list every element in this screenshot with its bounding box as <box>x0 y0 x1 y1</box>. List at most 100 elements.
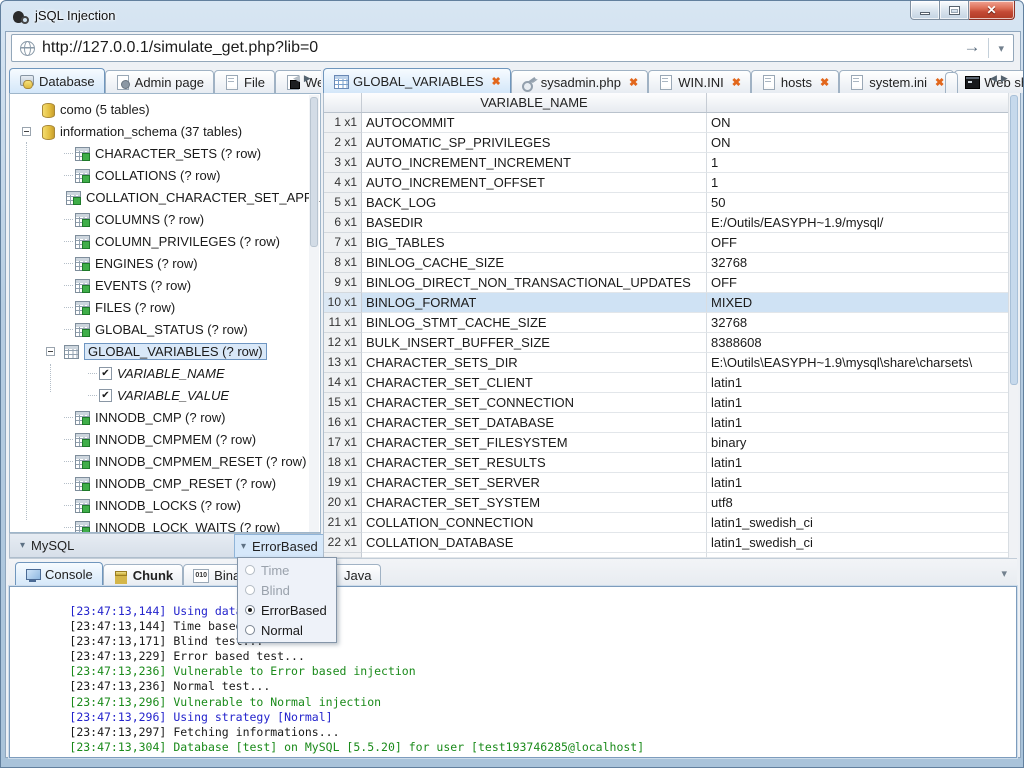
tree-table-item[interactable]: FILES (? row) <box>10 296 310 318</box>
maximize-button[interactable] <box>940 1 969 20</box>
left-tab[interactable]: Database <box>9 68 105 93</box>
table-row[interactable]: 21 x1 COLLATION_CONNECTION latin1_swedis… <box>324 513 1018 533</box>
url-history-chevron-icon[interactable]: ▾ <box>989 42 1013 55</box>
tree-table-item[interactable]: CHARACTER_SETS (? row) <box>10 142 310 164</box>
console-line: [23:47:13,144]Using database ty <box>14 590 1016 605</box>
table-icon <box>75 212 90 226</box>
url-input[interactable] <box>42 39 955 57</box>
tree-table-item[interactable]: COLLATION_CHARACTER_SET_APPLICABILITY (?… <box>10 186 310 208</box>
result-tab-partial[interactable] <box>945 72 958 95</box>
variable-name-cell: BINLOG_FORMAT <box>362 293 707 313</box>
vendor-dropdown[interactable]: ▾ MySQL <box>10 538 74 553</box>
scroll-right-icon[interactable]: ▶ <box>1001 73 1008 84</box>
collapse-expander-icon[interactable] <box>46 347 55 356</box>
left-tab[interactable]: File <box>214 70 275 93</box>
table-row[interactable]: 17 x1 CHARACTER_SET_FILESYSTEM binary <box>324 433 1018 453</box>
console-tabs-chevron-icon[interactable]: ▾ <box>1001 567 1007 580</box>
scroll-right-icon[interactable]: ▶ <box>304 73 311 84</box>
table-row[interactable]: 19 x1 CHARACTER_SET_SERVER latin1 <box>324 473 1018 493</box>
row-number-cell: 18 x1 <box>324 453 362 473</box>
tree-table-item[interactable]: COLLATIONS (? row) <box>10 164 310 186</box>
table-row[interactable]: 8 x1 BINLOG_CACHE_SIZE 32768 <box>324 253 1018 273</box>
table-row[interactable]: 12 x1 BULK_INSERT_BUFFER_SIZE 8388608 <box>324 333 1018 353</box>
variable-value-cell: latin1 <box>707 373 1018 393</box>
table-row[interactable]: 16 x1 CHARACTER_SET_DATABASE latin1 <box>324 413 1018 433</box>
result-tab[interactable]: WIN.INI ✖ <box>648 70 751 93</box>
console-tab[interactable]: Console <box>15 562 103 586</box>
tree-table-global-variables-selected[interactable]: GLOBAL_VARIABLES (? row) <box>10 340 310 362</box>
minimize-button[interactable] <box>910 1 940 20</box>
result-tab[interactable]: GLOBAL_VARIABLES ✖ <box>323 68 511 93</box>
tree-column-item[interactable]: ✔ VARIABLE_NAME <box>10 362 310 384</box>
close-tab-icon[interactable]: ✖ <box>732 76 741 89</box>
table-row[interactable]: 9 x1 BINLOG_DIRECT_NON_TRANSACTIONAL_UPD… <box>324 273 1018 293</box>
table-row[interactable]: 5 x1 BACK_LOG 50 <box>324 193 1018 213</box>
tree-table-item[interactable]: INNODB_CMP (? row) <box>10 406 310 428</box>
tree-database-information-schema[interactable]: information_schema (37 tables) <box>10 120 310 142</box>
table-row[interactable]: 20 x1 CHARACTER_SET_SYSTEM utf8 <box>324 493 1018 513</box>
variable-name-cell: AUTOCOMMIT <box>362 113 707 133</box>
tree-table-item[interactable]: ENGINES (? row) <box>10 252 310 274</box>
column-checkbox[interactable]: ✔ <box>99 367 112 380</box>
table-row[interactable]: 13 x1 CHARACTER_SETS_DIR E:\Outils\EASYP… <box>324 353 1018 373</box>
strategy-dropdown[interactable]: ▾ ErrorBased <box>234 534 325 558</box>
collapse-expander-icon[interactable] <box>22 127 31 136</box>
table-row[interactable]: 22 x1 COLLATION_DATABASE latin1_swedish_… <box>324 533 1018 553</box>
strategy-menu-item[interactable]: Normal <box>238 620 336 640</box>
tree-connector <box>64 307 73 308</box>
tree-table-item[interactable]: COLUMN_PRIVILEGES (? row) <box>10 230 310 252</box>
tree-table-item[interactable]: INNODB_LOCK_WAITS (? row) <box>10 516 310 533</box>
tree-table-item[interactable]: INNODB_CMP_RESET (? row) <box>10 472 310 494</box>
table-scrollbar-thumb[interactable] <box>1010 95 1018 385</box>
left-tab[interactable]: Admin page <box>105 70 214 93</box>
scroll-left-icon[interactable]: ◀ <box>990 73 997 84</box>
tree-table-item[interactable]: EVENTS (? row) <box>10 274 310 296</box>
strategy-label: ErrorBased <box>252 539 318 554</box>
tree-column-item[interactable]: ✔ VARIABLE_VALUE <box>10 384 310 406</box>
row-number-cell: 8 x1 <box>324 253 362 273</box>
table-row[interactable]: 11 x1 BINLOG_STMT_CACHE_SIZE 32768 <box>324 313 1018 333</box>
result-tab[interactable]: hosts ✖ <box>751 70 839 93</box>
table-row[interactable]: 3 x1 AUTO_INCREMENT_INCREMENT 1 <box>324 153 1018 173</box>
result-tab[interactable]: sysadmin.php ✖ <box>511 70 648 93</box>
table-row[interactable]: 6 x1 BASEDIR E:/Outils/EASYPH~1.9/mysql/ <box>324 213 1018 233</box>
tree-table-item[interactable]: GLOBAL_STATUS (? row) <box>10 318 310 340</box>
tree-scrollbar[interactable] <box>309 95 319 533</box>
close-tab-icon[interactable]: ✖ <box>629 76 638 89</box>
table-row[interactable]: 2 x1 AUTOMATIC_SP_PRIVILEGES ON <box>324 133 1018 153</box>
table-row[interactable]: 14 x1 CHARACTER_SET_CLIENT latin1 <box>324 373 1018 393</box>
close-tab-icon[interactable]: ✖ <box>820 76 829 89</box>
strategy-menu-item[interactable]: Blind <box>238 580 336 600</box>
variable-name-header[interactable]: VARIABLE_NAME <box>362 93 707 112</box>
table-row[interactable]: 18 x1 CHARACTER_SET_RESULTS latin1 <box>324 453 1018 473</box>
tab-icon <box>521 75 536 89</box>
go-button[interactable]: → <box>955 37 988 59</box>
table-row[interactable]: 1 x1 AUTOCOMMIT ON <box>324 113 1018 133</box>
variable-value-cell: 1 <box>707 153 1018 173</box>
database-tree: como (5 tables) information_schema (37 t… <box>10 98 310 533</box>
table-row[interactable]: 4 x1 AUTO_INCREMENT_OFFSET 1 <box>324 173 1018 193</box>
table-scrollbar[interactable] <box>1008 93 1018 558</box>
row-number-cell: 9 x1 <box>324 273 362 293</box>
close-tab-icon[interactable]: ✖ <box>492 75 501 88</box>
strategy-menu-item[interactable]: Time <box>238 560 336 580</box>
scroll-left-icon[interactable]: ◀ <box>293 73 300 84</box>
column-checkbox[interactable]: ✔ <box>99 389 112 402</box>
table-row[interactable]: 10 x1 BINLOG_FORMAT MIXED <box>324 293 1018 313</box>
tree-table-item[interactable]: INNODB_CMPMEM (? row) <box>10 428 310 450</box>
tree-database-como[interactable]: como (5 tables) <box>10 98 310 120</box>
variable-value-header[interactable] <box>707 93 1018 112</box>
close-tab-icon[interactable]: ✖ <box>935 76 944 89</box>
console-tab[interactable]: Chunk <box>103 564 183 586</box>
tree-table-item[interactable]: COLUMNS (? row) <box>10 208 310 230</box>
strategy-menu-item[interactable]: ErrorBased <box>238 600 336 620</box>
table-row[interactable]: 7 x1 BIG_TABLES OFF <box>324 233 1018 253</box>
tree-table-item[interactable]: INNODB_LOCKS (? row) <box>10 494 310 516</box>
table-row[interactable]: 15 x1 CHARACTER_SET_CONNECTION latin1 <box>324 393 1018 413</box>
tree-connector <box>64 417 73 418</box>
tree-scrollbar-thumb[interactable] <box>310 97 318 247</box>
result-tab[interactable]: system.ini ✖ <box>839 70 954 93</box>
tree-table-item[interactable]: INNODB_CMPMEM_RESET (? row) <box>10 450 310 472</box>
close-button[interactable]: ✕ <box>969 1 1015 20</box>
console-log[interactable]: [23:47:13,144]Using database ty [23:47:1… <box>9 586 1017 758</box>
